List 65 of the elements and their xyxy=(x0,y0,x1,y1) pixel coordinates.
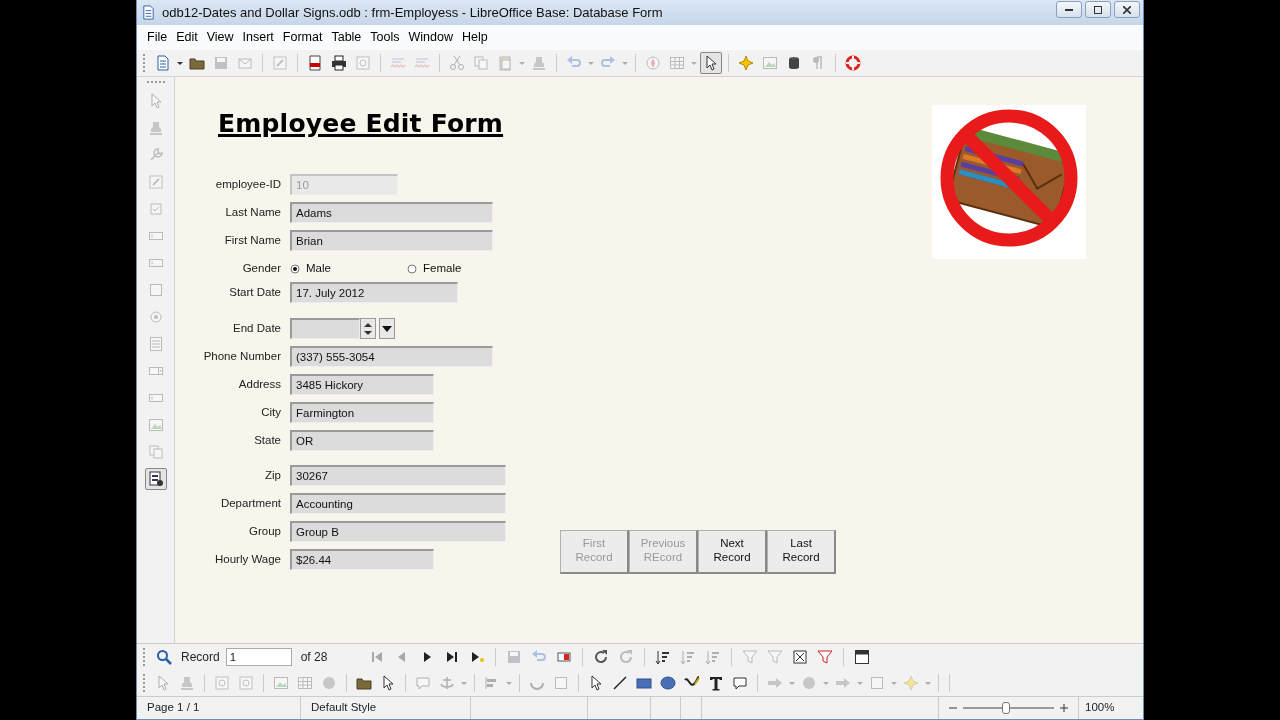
field-label: End Date xyxy=(232,320,281,336)
text-field[interactable]: OR xyxy=(290,430,434,451)
zoom-in-icon[interactable] xyxy=(1060,704,1068,712)
text-field[interactable]: (337) 555-3054 xyxy=(290,346,493,367)
field-label: Start Date xyxy=(228,284,281,300)
field-label: Last Name xyxy=(224,204,281,220)
field-label: State xyxy=(253,432,281,448)
spin-button[interactable] xyxy=(360,318,376,339)
field-label: City xyxy=(260,404,281,420)
menu-item[interactable]: Window xyxy=(404,26,457,49)
menu-item[interactable]: Table xyxy=(327,26,366,49)
menu-item[interactable]: Format xyxy=(278,26,327,49)
page-count: Page 1 / 1 xyxy=(147,700,200,716)
maximize-button[interactable] xyxy=(1085,1,1111,18)
record-number-field[interactable]: 1 xyxy=(225,647,292,666)
record-count: of 28 xyxy=(300,648,328,666)
field-label: Hourly Wage xyxy=(213,551,281,567)
close-button[interactable] xyxy=(1114,1,1140,18)
form-icon[interactable] xyxy=(144,468,167,490)
radio-button[interactable] xyxy=(407,263,417,274)
zoom-slider-thumb[interactable] xyxy=(1001,702,1010,714)
pointer-icon[interactable] xyxy=(700,52,722,74)
field-label: Group xyxy=(248,523,281,539)
caret-icon xyxy=(382,324,392,333)
field-label: First Name xyxy=(223,232,281,248)
page-style: Default Style xyxy=(311,700,377,716)
field-label: Zip xyxy=(264,467,281,483)
menu-item[interactable]: Edit xyxy=(172,26,202,49)
field-label: Gender xyxy=(241,260,281,276)
text-field[interactable]: 30267 xyxy=(290,465,506,486)
radio-label: Male xyxy=(306,260,331,276)
minimize-button[interactable] xyxy=(1056,1,1082,18)
minimize-icon xyxy=(1065,8,1073,11)
menu-item[interactable]: Tools xyxy=(366,26,404,49)
text-field[interactable]: Brian xyxy=(290,230,493,251)
text-field[interactable]: Adams xyxy=(290,202,493,223)
form-title: Employee Edit Form xyxy=(218,108,504,140)
radio-button[interactable] xyxy=(290,263,300,274)
zoom-out-icon[interactable] xyxy=(949,704,957,712)
text-field[interactable]: $26.44 xyxy=(290,549,434,570)
text-field[interactable]: Group B xyxy=(290,521,506,542)
maximize-icon xyxy=(1094,5,1102,14)
date-field[interactable] xyxy=(290,318,360,339)
spin-arrows-icon xyxy=(364,321,372,336)
field-label: Address xyxy=(237,376,281,392)
record-button[interactable]: Next Record xyxy=(698,529,767,574)
field-label: Department xyxy=(219,495,281,511)
radio-label: Female xyxy=(423,260,462,276)
menu-item[interactable]: File xyxy=(143,26,172,49)
text-field[interactable]: 17. July 2012 xyxy=(290,282,458,303)
record-button[interactable]: Last Record xyxy=(767,529,836,574)
window-title: odb12-Dates and Dollar Signs.odb : frm-Employess - LibreOffice Base: Database Form xyxy=(162,3,663,22)
zoom-percentage: 100% xyxy=(1084,700,1115,716)
field-label: employee-ID xyxy=(214,176,281,192)
text-field[interactable]: Accounting xyxy=(290,493,506,514)
text-field[interactable]: 3485 Hickory xyxy=(290,374,434,395)
record-label: Record xyxy=(181,648,220,666)
dropdown-button[interactable] xyxy=(379,318,395,339)
menu-item[interactable]: View xyxy=(202,26,238,49)
menu-item[interactable]: Help xyxy=(458,26,492,49)
field-label: Phone Number xyxy=(202,348,281,364)
document-icon xyxy=(141,5,156,20)
menu-item[interactable]: Insert xyxy=(238,26,278,49)
close-icon xyxy=(1123,5,1131,14)
text-field[interactable]: Farmington xyxy=(290,402,434,423)
